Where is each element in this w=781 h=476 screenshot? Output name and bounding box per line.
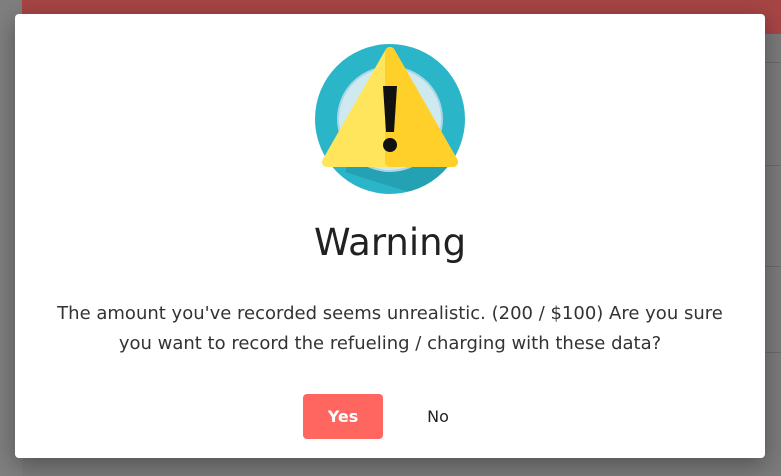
dialog-title: Warning xyxy=(313,221,467,264)
no-button[interactable]: No xyxy=(403,394,473,439)
background-divider xyxy=(765,266,781,267)
background-divider xyxy=(765,62,781,63)
background-divider xyxy=(765,165,781,166)
yes-button[interactable]: Yes xyxy=(303,394,383,439)
background-divider xyxy=(765,352,781,353)
warning-dialog: Warning The amount you've recorded seems… xyxy=(15,14,765,458)
dialog-message: The amount you've recorded seems unreali… xyxy=(57,303,723,354)
warning-icon xyxy=(315,44,465,194)
